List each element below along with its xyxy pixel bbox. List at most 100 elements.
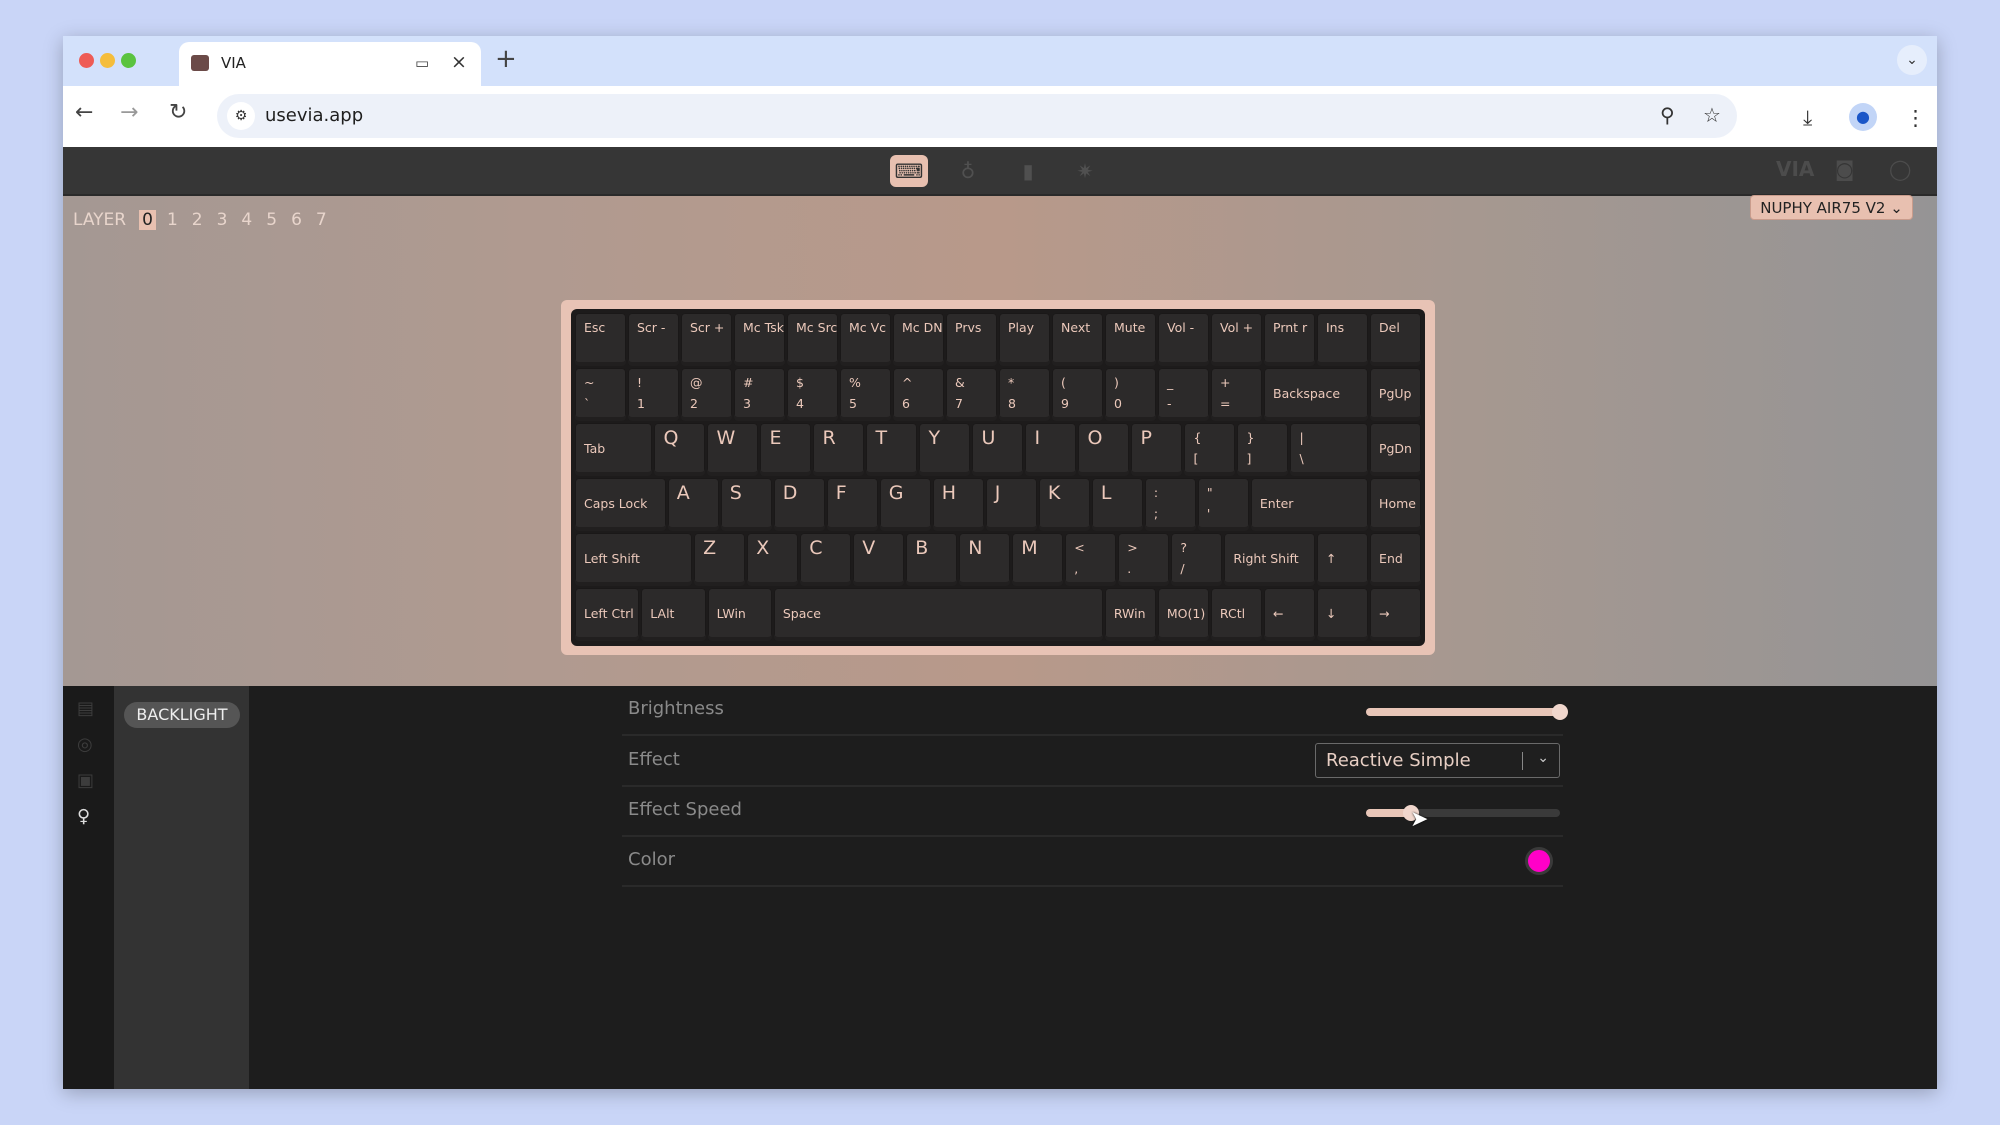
forward-button[interactable]: → — [120, 100, 138, 125]
key[interactable]: Mc Vc — [840, 313, 891, 366]
key[interactable]: Mc Tsk — [734, 313, 785, 366]
key[interactable]: Left Ctrl — [575, 588, 640, 641]
key[interactable]: J — [985, 478, 1037, 531]
submenu-backlight[interactable]: BACKLIGHT — [124, 702, 240, 728]
key[interactable]: → — [1370, 588, 1422, 641]
maximize-window-button[interactable] — [121, 53, 136, 68]
key[interactable]: W — [707, 423, 759, 476]
key[interactable]: >. — [1118, 533, 1170, 586]
key[interactable]: L — [1091, 478, 1143, 531]
key[interactable]: H — [932, 478, 984, 531]
key[interactable]: Caps Lock — [575, 478, 666, 531]
gear-icon[interactable]: ✷ — [1066, 155, 1104, 187]
key[interactable]: & 7 — [946, 368, 997, 421]
key[interactable]: G — [879, 478, 931, 531]
key[interactable]: T — [866, 423, 918, 476]
keyboard-icon[interactable]: ⌨ — [890, 155, 928, 187]
key[interactable]: + = — [1211, 368, 1262, 421]
site-settings-icon[interactable]: ⚙ — [227, 102, 255, 130]
layer-6[interactable]: 6 — [288, 210, 305, 230]
layer-3[interactable]: 3 — [214, 210, 231, 230]
key[interactable]: Next — [1052, 313, 1103, 366]
key[interactable]: C — [800, 533, 852, 586]
key[interactable]: " ' — [1197, 478, 1249, 531]
effect-select[interactable]: Reactive Simple ⌄ — [1315, 743, 1560, 778]
key[interactable]: Vol + — [1211, 313, 1262, 366]
key[interactable]: Mute — [1105, 313, 1156, 366]
download-icon[interactable]: ⤓ — [1803, 106, 1812, 131]
microphone-icon[interactable]: ♁ — [949, 155, 987, 187]
key[interactable]: I — [1025, 423, 1077, 476]
key[interactable]: Scr + — [681, 313, 732, 366]
key[interactable]: M — [1012, 533, 1064, 586]
brightness-slider[interactable] — [1366, 704, 1568, 720]
key[interactable]: ← — [1263, 588, 1315, 641]
omnibox[interactable]: ⚙ usevia.app ⚲ ☆ — [217, 94, 1737, 138]
key[interactable]: #3 — [734, 368, 785, 421]
key[interactable]: V — [853, 533, 905, 586]
key[interactable]: ~ ` — [575, 368, 626, 421]
key[interactable]: B — [906, 533, 958, 586]
key[interactable]: Tab — [575, 423, 653, 476]
key[interactable]: }] — [1237, 423, 1289, 476]
key[interactable]: Vol - — [1158, 313, 1209, 366]
key[interactable]: Mc DN — [893, 313, 944, 366]
key[interactable]: Z — [694, 533, 746, 586]
key[interactable]: D — [773, 478, 825, 531]
layer-0[interactable]: 0 — [139, 210, 156, 230]
key[interactable]: Y — [919, 423, 971, 476]
key[interactable]: S — [720, 478, 772, 531]
key[interactable]: Play — [999, 313, 1050, 366]
key[interactable]: * 8 — [999, 368, 1050, 421]
key[interactable]: P — [1131, 423, 1183, 476]
key[interactable]: R — [813, 423, 865, 476]
key[interactable]: @2 — [681, 368, 732, 421]
key[interactable]: Scr - — [628, 313, 679, 366]
discord-icon[interactable]: ◙ — [1835, 157, 1854, 181]
close-window-button[interactable] — [79, 53, 94, 68]
key[interactable]: RWin — [1104, 588, 1156, 641]
save-icon[interactable]: ▣ — [77, 770, 94, 791]
layer-5[interactable]: 5 — [263, 210, 280, 230]
key[interactable]: PgUp — [1369, 368, 1421, 421]
color-swatch[interactable] — [1525, 847, 1553, 875]
design-icon[interactable]: ▮ — [1009, 155, 1047, 187]
browser-menu-icon[interactable]: ⋮ — [1905, 106, 1926, 130]
github-icon[interactable]: ◯ — [1889, 157, 1911, 181]
macro-icon[interactable]: ◎ — [77, 734, 93, 755]
layer-7[interactable]: 7 — [313, 210, 330, 230]
key[interactable]: Ins — [1317, 313, 1368, 366]
key[interactable]: Enter — [1250, 478, 1369, 531]
key[interactable]: Prvs — [946, 313, 997, 366]
via-logo[interactable]: VIA — [1776, 157, 1814, 181]
key[interactable]: (9 — [1052, 368, 1103, 421]
device-select-button[interactable]: NUPHY AIR75 V2 ⌄ — [1750, 195, 1913, 220]
zoom-icon[interactable]: ⚲ — [1660, 103, 1675, 127]
key[interactable]: LWin — [707, 588, 772, 641]
bookmark-star-icon[interactable]: ☆ — [1703, 103, 1721, 127]
key[interactable]: Del — [1370, 313, 1421, 366]
key[interactable]: ↓ — [1316, 588, 1368, 641]
layer-4[interactable]: 4 — [238, 210, 255, 230]
key[interactable]: ↑ — [1317, 533, 1369, 586]
key[interactable]: Mc Src — [787, 313, 838, 366]
key[interactable]: N — [959, 533, 1011, 586]
key[interactable]: ? / — [1171, 533, 1223, 586]
key[interactable]: PgDn — [1369, 423, 1421, 476]
reload-button[interactable]: ↻ — [169, 100, 187, 125]
key[interactable]: Esc — [575, 313, 626, 366]
back-button[interactable]: ← — [75, 100, 93, 125]
key[interactable]: :; — [1144, 478, 1196, 531]
layer-2[interactable]: 2 — [189, 210, 206, 230]
key[interactable]: X — [747, 533, 799, 586]
key[interactable]: <, — [1065, 533, 1117, 586]
profile-avatar[interactable]: ● — [1849, 103, 1877, 131]
layer-1[interactable]: 1 — [164, 210, 181, 230]
key[interactable]: % 5 — [840, 368, 891, 421]
key[interactable]: F — [826, 478, 878, 531]
key[interactable]: _ - — [1158, 368, 1209, 421]
new-tab-button[interactable]: + — [495, 44, 517, 74]
slider-thumb[interactable] — [1552, 704, 1568, 720]
minimize-window-button[interactable] — [100, 53, 115, 68]
tab-via[interactable]: VIA ▭ × — [179, 42, 481, 86]
